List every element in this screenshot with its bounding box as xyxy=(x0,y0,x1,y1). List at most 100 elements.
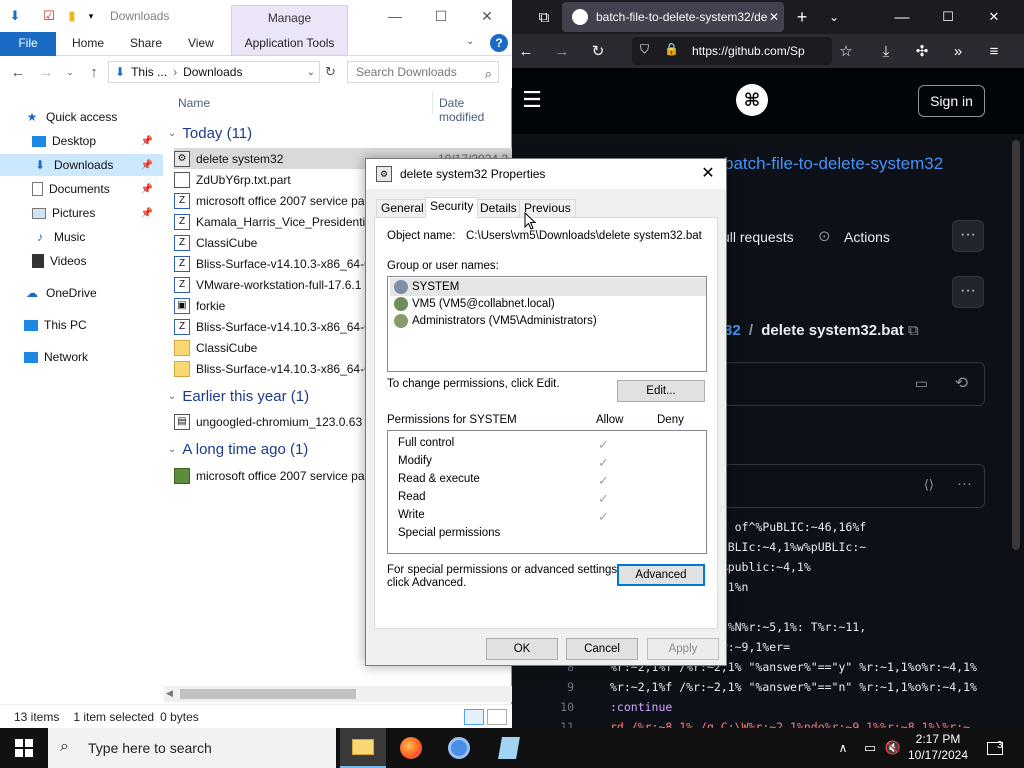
commit-message-icon[interactable]: ▭ xyxy=(915,375,928,392)
bookmark-star-icon[interactable]: ☆ xyxy=(834,39,858,63)
nav-downloads[interactable]: ⬇ Downloads 📌 xyxy=(0,154,163,176)
hamburger-icon[interactable]: ☰ xyxy=(520,87,544,112)
scrollbar-thumb[interactable] xyxy=(180,689,356,699)
pull-requests-tab[interactable]: ull requests xyxy=(722,229,794,245)
nav-onedrive[interactable]: ☁ OneDrive xyxy=(0,282,163,304)
up-icon[interactable]: ↑ xyxy=(84,62,104,82)
horizontal-scrollbar[interactable]: ◀ xyxy=(164,686,512,702)
new-folder-quick-icon[interactable]: ▮ xyxy=(63,7,81,25)
recent-locations-icon[interactable]: ⌄ xyxy=(60,62,80,82)
more-options-icon[interactable]: ··· xyxy=(957,475,972,492)
nav-this-pc[interactable]: This PC xyxy=(0,314,163,336)
large-icons-view-icon[interactable] xyxy=(487,709,507,725)
tracking-shield-icon[interactable]: ⛉ xyxy=(640,42,649,57)
extensions-icon[interactable]: ✣ xyxy=(910,39,934,63)
more-options-icon[interactable]: ··· xyxy=(952,276,984,308)
network-icon[interactable]: ▭ xyxy=(858,728,882,768)
lock-icon[interactable]: 🔒 xyxy=(664,42,679,56)
nav-videos[interactable]: Videos xyxy=(0,250,163,272)
taskbar-search-input[interactable]: ⌕ Type here to search xyxy=(48,728,336,768)
close-button[interactable]: ✕ xyxy=(464,0,510,32)
tab-general[interactable]: General xyxy=(376,199,429,217)
address-crumb-this-pc[interactable]: This ... xyxy=(131,65,167,79)
explorer-app-icon[interactable]: ⬇ xyxy=(6,7,24,25)
tab-overview-icon[interactable]: ⧉ xyxy=(532,5,556,29)
more-tools-icon[interactable]: » xyxy=(946,39,970,63)
address-crumb-downloads[interactable]: Downloads xyxy=(183,65,242,79)
search-input[interactable]: Search Downloads ⌕ xyxy=(347,61,499,83)
user-list[interactable]: SYSTEM VM5 (VM5@collabnet.local) Adminis… xyxy=(387,276,707,372)
nav-music[interactable]: ♪ Music xyxy=(0,226,163,248)
code-view-icon[interactable]: ⟨⟩ xyxy=(924,477,934,493)
forward-icon[interactable]: → xyxy=(36,62,56,82)
manage-tab[interactable]: Manage xyxy=(231,5,348,32)
github-logo-icon[interactable]: ⌘ xyxy=(736,84,768,116)
notification-center-button[interactable]: 3 xyxy=(980,728,1010,768)
group-header-long-ago[interactable]: ⌄ A long time ago (1) xyxy=(168,438,308,460)
ribbon-expand-icon[interactable]: ⌄ xyxy=(466,36,474,47)
sign-in-button[interactable]: Sign in xyxy=(918,85,985,117)
system-clock[interactable]: 2:17 PM 10/17/2024 xyxy=(898,731,978,763)
ribbon-tab-home[interactable]: Home xyxy=(62,32,114,56)
permissions-list[interactable]: Full control ✓ Modify ✓ Read & execute ✓ Re… xyxy=(387,430,707,554)
edit-button[interactable]: Edit... xyxy=(617,380,705,402)
maximize-icon[interactable]: ☐ xyxy=(936,5,960,29)
group-header-earlier[interactable]: ⌄ Earlier this year (1) xyxy=(168,385,309,407)
column-header-date[interactable]: Date modified xyxy=(439,96,512,124)
user-row[interactable]: Administrators (VM5\Administrators) xyxy=(390,312,706,330)
properties-quick-icon[interactable]: ☑ xyxy=(40,7,58,25)
list-tabs-icon[interactable]: ⌄ xyxy=(822,5,846,29)
back-icon[interactable]: ← xyxy=(8,62,28,82)
apply-button[interactable]: Apply xyxy=(647,638,719,660)
more-options-icon[interactable]: ··· xyxy=(952,220,984,252)
user-row[interactable]: VM5 (VM5@collabnet.local) xyxy=(390,295,706,313)
taskbar-notepad[interactable] xyxy=(486,728,532,768)
ribbon-tab-file[interactable]: File xyxy=(0,32,56,56)
new-tab-icon[interactable]: + xyxy=(790,5,814,29)
taskbar-file-explorer[interactable] xyxy=(340,728,386,768)
back-icon[interactable]: ← xyxy=(514,39,538,63)
reload-icon[interactable]: ↻ xyxy=(586,39,610,63)
start-button[interactable] xyxy=(0,728,48,768)
history-icon[interactable]: ⟲ xyxy=(955,373,968,393)
ribbon-tab-application-tools[interactable]: Application Tools xyxy=(231,32,348,56)
minimize-button[interactable]: — xyxy=(372,0,418,32)
tab-security[interactable]: Security xyxy=(425,197,479,218)
minimize-icon[interactable]: — xyxy=(890,5,914,29)
page-scrollbar[interactable] xyxy=(1012,140,1020,550)
nav-quick-access[interactable]: ★ Quick access xyxy=(0,106,163,128)
nav-network[interactable]: Network xyxy=(0,346,163,368)
dialog-close-button[interactable]: ✕ xyxy=(698,164,718,184)
advanced-button[interactable]: Advanced xyxy=(617,564,705,586)
nav-documents[interactable]: Documents 📌 xyxy=(0,178,163,200)
downloads-icon[interactable]: ⤓ xyxy=(874,39,898,63)
browser-tab[interactable]: batch-file-to-delete-system32/de xyxy=(562,2,784,32)
taskbar-firefox[interactable] xyxy=(388,728,434,768)
show-hidden-icons-icon[interactable]: ∧ xyxy=(832,728,854,768)
refresh-icon[interactable]: ↻ xyxy=(325,64,336,80)
taskbar-chromium[interactable] xyxy=(436,728,482,768)
hamburger-menu-icon[interactable]: ≡ xyxy=(982,39,1006,63)
ribbon-tab-share[interactable]: Share xyxy=(120,32,172,56)
user-row[interactable]: SYSTEM xyxy=(390,278,706,296)
ok-button[interactable]: OK xyxy=(486,638,558,660)
maximize-button[interactable]: ☐ xyxy=(418,0,464,32)
scroll-left-icon[interactable]: ◀ xyxy=(166,688,173,699)
details-view-icon[interactable] xyxy=(464,709,484,725)
ribbon-tab-view[interactable]: View xyxy=(178,32,224,56)
column-header-name[interactable]: Name xyxy=(178,96,210,110)
group-header-today[interactable]: ⌄ Today (11) xyxy=(168,122,252,144)
close-icon[interactable]: ✕ xyxy=(982,5,1006,29)
forward-icon[interactable]: → xyxy=(550,39,574,63)
cancel-button[interactable]: Cancel xyxy=(566,638,638,660)
url-bar[interactable]: ⛉ 🔒 https://github.com/Sp xyxy=(632,37,832,65)
copy-path-icon[interactable]: ⧉ xyxy=(908,322,919,339)
quick-access-dropdown-icon[interactable]: ▾ xyxy=(82,7,100,25)
address-bar[interactable]: ⬇ This ... › Downloads ⌄ xyxy=(108,61,320,83)
tab-details[interactable]: Details xyxy=(475,199,522,217)
nav-desktop[interactable]: Desktop 📌 xyxy=(0,130,163,152)
actions-tab[interactable]: Actions xyxy=(844,229,890,245)
tab-close-icon[interactable]: ✕ xyxy=(762,5,786,29)
address-dropdown-icon[interactable]: ⌄ xyxy=(307,67,315,78)
column-divider[interactable] xyxy=(432,92,433,114)
